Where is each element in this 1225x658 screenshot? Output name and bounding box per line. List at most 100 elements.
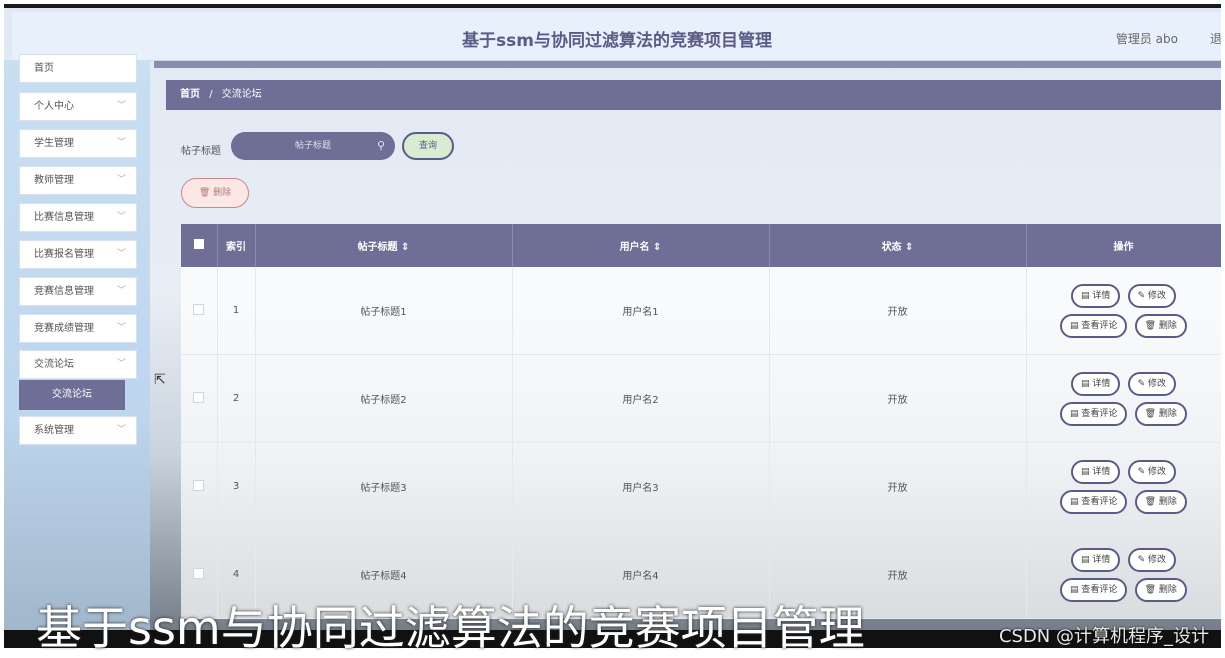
row-checkbox[interactable] — [181, 267, 218, 355]
detail-button[interactable]: ▤ 详情 — [1071, 371, 1121, 396]
row-delete-label: 删除 — [1158, 408, 1177, 419]
document-icon: ▤ — [1081, 290, 1093, 301]
cell-actions: ▤ 详情 ✎ 修改 ▤ 查看评论 🗑 删除 — [1026, 442, 1221, 531]
chevron-down-icon: ﹀ — [116, 101, 126, 111]
watermark: CSDN @计算机程序_设计 — [998, 626, 1209, 647]
sidebar-item-label: 系统管理 — [34, 425, 74, 436]
trash-icon: 🗑 — [1144, 320, 1159, 331]
view-comments-button[interactable]: ▤ 查看评论 — [1060, 401, 1128, 426]
header-accent-strip — [154, 61, 1221, 68]
column-header-user[interactable]: 用户名 ⇕ — [512, 224, 770, 267]
sidebar-item-label: 学生管理 — [34, 138, 74, 149]
cell-index: 1 — [217, 267, 256, 355]
row-delete-button[interactable]: 🗑 删除 — [1134, 401, 1187, 426]
cell-status: 开放 — [769, 267, 1027, 355]
query-button[interactable]: 查询 — [402, 132, 454, 160]
detail-button[interactable]: ▤ 详情 — [1071, 459, 1121, 484]
sidebar-item-label: 交流论坛 — [34, 359, 74, 370]
row-delete-button[interactable]: 🗑 删除 — [1134, 577, 1187, 602]
chevron-down-icon: ﹀ — [116, 138, 126, 148]
sidebar-item-match-info[interactable]: 比赛信息管理 ﹀ — [19, 203, 137, 232]
search-label: 帖子标题 — [181, 146, 221, 157]
edit-label: 修改 — [1147, 554, 1166, 565]
sidebar-item-label: 比赛信息管理 — [34, 212, 94, 223]
sidebar-item-system[interactable]: 系统管理 ﹀ — [19, 416, 137, 445]
cell-title: 帖子标题3 — [255, 442, 513, 531]
main-content: 首页 / 交流论坛 帖子标题 帖子标题 ⚲ 查询 🗑 删除 索引 帖子标题 ⇕ — [154, 68, 1221, 648]
breadcrumb-home[interactable]: 首页 — [180, 89, 200, 100]
row-checkbox[interactable] — [181, 442, 218, 531]
pencil-icon: ✎ — [1137, 290, 1148, 301]
bulk-delete-label: 删除 — [213, 188, 232, 198]
detail-button[interactable]: ▤ 详情 — [1071, 547, 1121, 572]
chevron-down-icon: ﹀ — [116, 212, 126, 222]
sidebar-item-students[interactable]: 学生管理 ﹀ — [19, 129, 137, 158]
sidebar-item-profile[interactable]: 个人中心 ﹀ — [19, 92, 137, 121]
sidebar-subitem-forum[interactable]: 交流论坛 — [19, 380, 125, 410]
view-comments-label: 查看评论 — [1081, 320, 1118, 331]
table-row: 1 帖子标题1 用户名1 开放 ▤ 详情 ✎ 修改 ▤ 查看评论 🗑 删除 — [181, 267, 1221, 355]
search-input[interactable]: 帖子标题 ⚲ — [231, 132, 395, 160]
edit-label: 修改 — [1147, 290, 1166, 301]
edit-label: 修改 — [1147, 378, 1166, 389]
column-header-title[interactable]: 帖子标题 ⇕ — [255, 224, 513, 267]
trash-icon: 🗑 — [198, 188, 211, 198]
sidebar-item-label: 教师管理 — [34, 175, 74, 186]
chevron-down-icon: ﹀ — [116, 425, 126, 435]
view-comments-button[interactable]: ▤ 查看评论 — [1060, 577, 1128, 602]
detail-label: 详情 — [1092, 554, 1111, 565]
sidebar-item-home[interactable]: 首页 — [19, 54, 137, 83]
detail-button[interactable]: ▤ 详情 — [1071, 283, 1121, 308]
trash-icon: 🗑 — [1144, 496, 1159, 507]
cell-actions: ▤ 详情 ✎ 修改 ▤ 查看评论 🗑 删除 — [1026, 530, 1221, 619]
row-checkbox[interactable] — [181, 354, 218, 443]
edit-button[interactable]: ✎ 修改 — [1127, 371, 1176, 396]
sidebar: 首页 个人中心 ﹀ 学生管理 ﹀ 教师管理 ﹀ 比赛信息管理 ﹀ 比赛报名管理 … — [4, 54, 150, 648]
detail-label: 详情 — [1092, 378, 1111, 389]
header: 基于ssm与协同过滤算法的竞赛项目管理 管理员 abo 退 — [12, 12, 1221, 61]
detail-label: 详情 — [1092, 466, 1111, 477]
table-header-row: 索引 帖子标题 ⇕ 用户名 ⇕ 状态 ⇕ 操作 — [181, 224, 1221, 267]
detail-label: 详情 — [1092, 290, 1111, 301]
video-caption: 基于ssm与协同过滤算法的竞赛项目管理 — [36, 601, 865, 655]
edit-button[interactable]: ✎ 修改 — [1127, 547, 1176, 572]
forum-table: 索引 帖子标题 ⇕ 用户名 ⇕ 状态 ⇕ 操作 1 帖子标题1 用户名1 开放 … — [181, 224, 1221, 619]
sidebar-item-forum[interactable]: 交流论坛 ﹀ — [19, 350, 137, 379]
chevron-down-icon: ﹀ — [116, 175, 126, 185]
cell-actions: ▤ 详情 ✎ 修改 ▤ 查看评论 🗑 删除 — [1026, 267, 1221, 355]
edit-button[interactable]: ✎ 修改 — [1127, 283, 1176, 308]
column-header-index: 索引 — [217, 224, 256, 267]
row-delete-button[interactable]: 🗑 删除 — [1134, 313, 1187, 338]
select-all-checkbox[interactable] — [181, 224, 218, 267]
cell-user: 用户名2 — [512, 354, 770, 443]
pencil-icon: ✎ — [1137, 378, 1148, 389]
cell-user: 用户名1 — [512, 267, 770, 355]
sidebar-item-contest-info[interactable]: 竞赛信息管理 ﹀ — [19, 277, 137, 306]
sidebar-item-teachers[interactable]: 教师管理 ﹀ — [19, 166, 137, 195]
view-comments-button[interactable]: ▤ 查看评论 — [1060, 489, 1128, 514]
cell-index: 2 — [217, 354, 256, 443]
column-header-actions: 操作 — [1026, 224, 1221, 267]
cell-status: 开放 — [769, 442, 1027, 531]
page-title: 基于ssm与协同过滤算法的竞赛项目管理 — [462, 31, 772, 51]
document-icon: ▤ — [1070, 584, 1082, 595]
sidebar-item-label: 首页 — [34, 63, 54, 74]
cell-actions: ▤ 详情 ✎ 修改 ▤ 查看评论 🗑 删除 — [1026, 354, 1221, 443]
bulk-delete-button[interactable]: 🗑 删除 — [181, 178, 249, 208]
search-placeholder: 帖子标题 — [294, 141, 331, 151]
cell-title: 帖子标题1 — [255, 267, 513, 355]
column-header-status[interactable]: 状态 ⇕ — [769, 224, 1027, 267]
search-icon: ⚲ — [376, 139, 385, 152]
row-delete-label: 删除 — [1158, 320, 1177, 331]
view-comments-button[interactable]: ▤ 查看评论 — [1060, 313, 1128, 338]
window-top-border — [4, 4, 1221, 8]
edit-button[interactable]: ✎ 修改 — [1127, 459, 1176, 484]
row-delete-button[interactable]: 🗑 删除 — [1134, 489, 1187, 514]
sidebar-item-match-signup[interactable]: 比赛报名管理 ﹀ — [19, 240, 137, 269]
cell-status: 开放 — [769, 354, 1027, 443]
pencil-icon: ✎ — [1137, 554, 1148, 565]
document-icon: ▤ — [1081, 466, 1093, 477]
logout-link[interactable]: 退 — [1210, 30, 1221, 47]
chevron-down-icon: ﹀ — [116, 323, 126, 333]
sidebar-item-contest-scores[interactable]: 竞赛成绩管理 ﹀ — [19, 314, 137, 343]
